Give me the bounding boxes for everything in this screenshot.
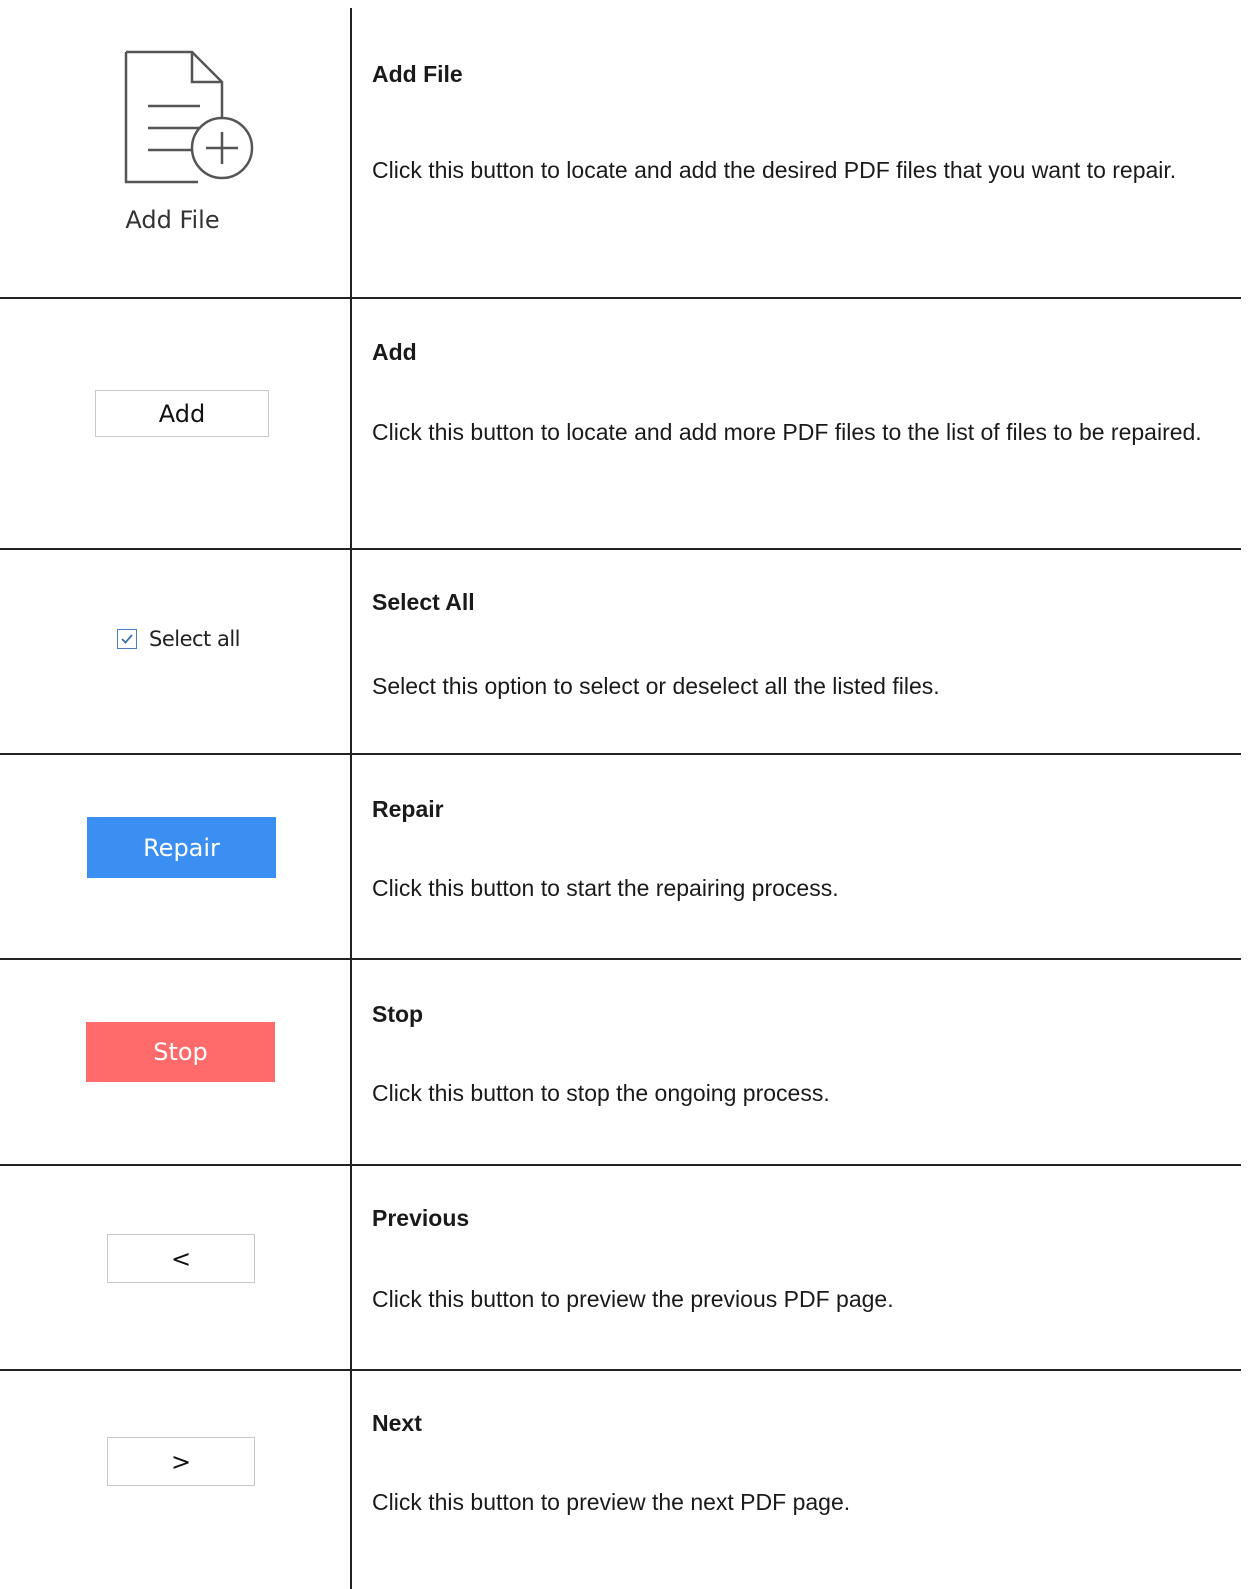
- row-repair: Repair Repair Click this button to start…: [0, 755, 1241, 958]
- previous-button[interactable]: <: [107, 1234, 255, 1283]
- row-title: Next: [372, 1410, 422, 1436]
- row-title: Add: [372, 339, 417, 365]
- control-cell: Add File: [0, 0, 350, 298]
- row-add: Add Add Click this button to locate and …: [0, 299, 1241, 548]
- row-title: Repair: [372, 796, 444, 822]
- row-add-file: Add File Add File Click this button to l…: [0, 0, 1241, 298]
- control-cell: Add: [0, 299, 350, 548]
- add-file-label: Add File: [125, 206, 220, 234]
- row-title: Stop: [372, 1001, 424, 1027]
- control-cell: Repair: [0, 755, 350, 958]
- select-all-label: Select all: [149, 627, 241, 651]
- checkbox-checked-icon[interactable]: [117, 629, 137, 649]
- add-file-icon[interactable]: [120, 46, 260, 186]
- control-cell: >: [0, 1371, 350, 1589]
- row-title: Select All: [372, 589, 475, 615]
- row-stop: Stop Stop Click this button to stop the …: [0, 960, 1241, 1164]
- stop-button[interactable]: Stop: [86, 1022, 275, 1082]
- row-description: Click this button to preview the next PD…: [372, 1489, 851, 1515]
- row-description: Click this button to stop the ongoing pr…: [372, 1080, 830, 1106]
- row-description: Click this button to locate and add more…: [372, 419, 1202, 445]
- row-description: Click this button to preview the previou…: [372, 1286, 894, 1312]
- row-description: Click this button to locate and add the …: [372, 157, 1177, 183]
- row-description: Click this button to start the repairing…: [372, 875, 839, 901]
- row-title: Add File: [372, 61, 463, 87]
- row-previous: < Previous Click this button to preview …: [0, 1166, 1241, 1369]
- control-cell: <: [0, 1166, 350, 1369]
- next-button[interactable]: >: [107, 1437, 255, 1486]
- repair-button[interactable]: Repair: [87, 817, 276, 878]
- row-title: Previous: [372, 1205, 470, 1231]
- row-next: > Next Click this button to preview the …: [0, 1371, 1241, 1589]
- row-description: Select this option to select or deselect…: [372, 673, 940, 699]
- row-select-all: Select All Select this option to select …: [0, 550, 1241, 753]
- add-button[interactable]: Add: [95, 390, 269, 437]
- select-all-checkbox[interactable]: Select all: [117, 627, 241, 651]
- control-cell: Stop: [0, 960, 350, 1164]
